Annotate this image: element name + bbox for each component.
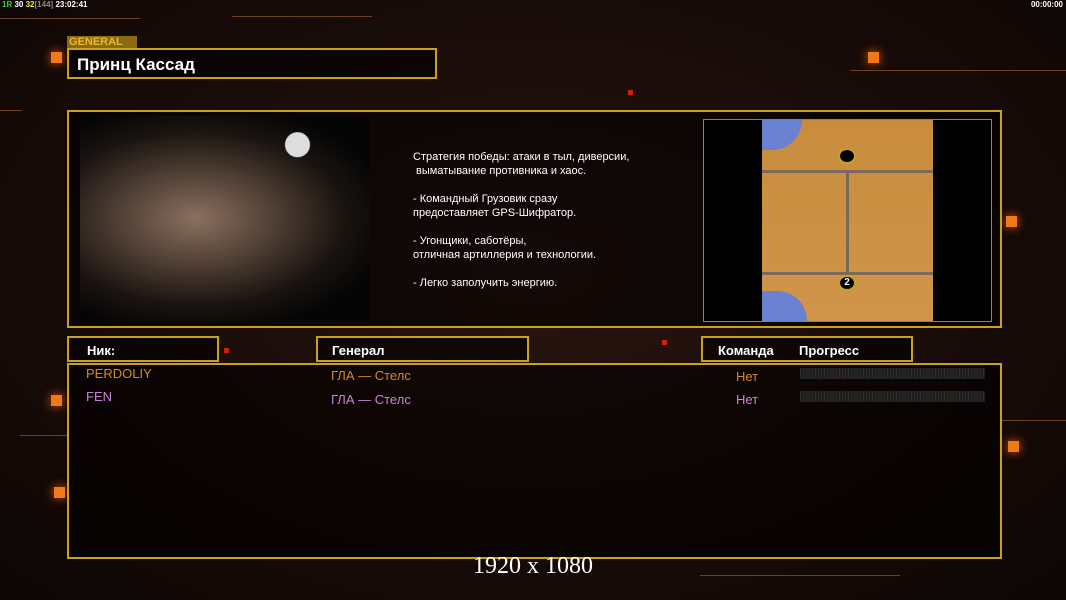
description-line: отличная артиллерия и технологии. [413,249,597,261]
decor-line [232,16,372,17]
player-team: Нет [736,369,759,384]
description-line: выматывание противника и хаос. [413,165,587,177]
decor-square [662,340,667,345]
status-c: 32 [25,0,35,9]
decor-line [1001,420,1066,421]
general-header-label: Генерал [332,343,385,358]
general-description: Стратегия победы: атаки в тыл, диверсии,… [413,150,693,290]
resolution-watermark: 1920 x 1080 [473,553,593,579]
player-general: ГЛА — Стелс [331,392,411,407]
general-header: Генерал [316,336,529,362]
general-title-box: Принц Кассад [67,48,437,79]
decor-square [51,395,62,406]
nick-header: Ник: [67,336,219,362]
general-info-panel: Стратегия победы: атаки в тыл, диверсии,… [67,110,1002,328]
decor-line [0,110,22,111]
player-progress-bar [800,391,985,402]
map-image: 2 [762,120,933,321]
player-progress-bar [800,368,985,379]
start-position-1[interactable] [838,148,856,164]
decor-line [20,435,67,436]
status-d: [144] [34,0,54,9]
clock: 23:02:41 [55,0,88,9]
status-b: 30 [14,0,24,9]
description-line: предоставляет GPS-Шифратор. [413,207,577,219]
progress-header-label: Прогресс [799,343,860,358]
decor-square [51,52,62,63]
decor-square [1006,216,1017,227]
general-tab: GENERAL [67,36,137,48]
fps-status: 1R 30 32[144] 23:02:41 [2,0,87,9]
player-general: ГЛА — Стелс [331,368,411,383]
general-name: Принц Кассад [77,55,195,74]
player-nick: PERDOLIY [86,366,152,381]
decor-square [1008,441,1019,452]
game-timer: 00:00:00 [1030,0,1063,9]
description-line: - Командный Грузовик сразу [413,193,558,205]
status-a: 1R [2,0,13,9]
nick-header-label: Ник: [87,343,116,358]
description-line: Стратегия победы: атаки в тыл, диверсии, [413,151,630,163]
team-header-label: Команда [718,343,774,358]
map-preview[interactable]: 2 [703,119,992,322]
decor-line [0,18,140,19]
decor-square [628,90,633,95]
decor-line [850,70,1066,71]
player-team: Нет [736,392,759,407]
decor-square [868,52,879,63]
description-line: - Легко заполучить энергию. [413,277,558,289]
player-nick: FEN [86,389,112,404]
description-line: - Угонщики, саботёры, [413,235,527,247]
decor-square [224,348,229,353]
start-position-2[interactable]: 2 [838,275,856,291]
decor-square [54,487,65,498]
team-progress-header: Команда Прогресс [701,336,913,362]
general-portrait [80,116,370,321]
